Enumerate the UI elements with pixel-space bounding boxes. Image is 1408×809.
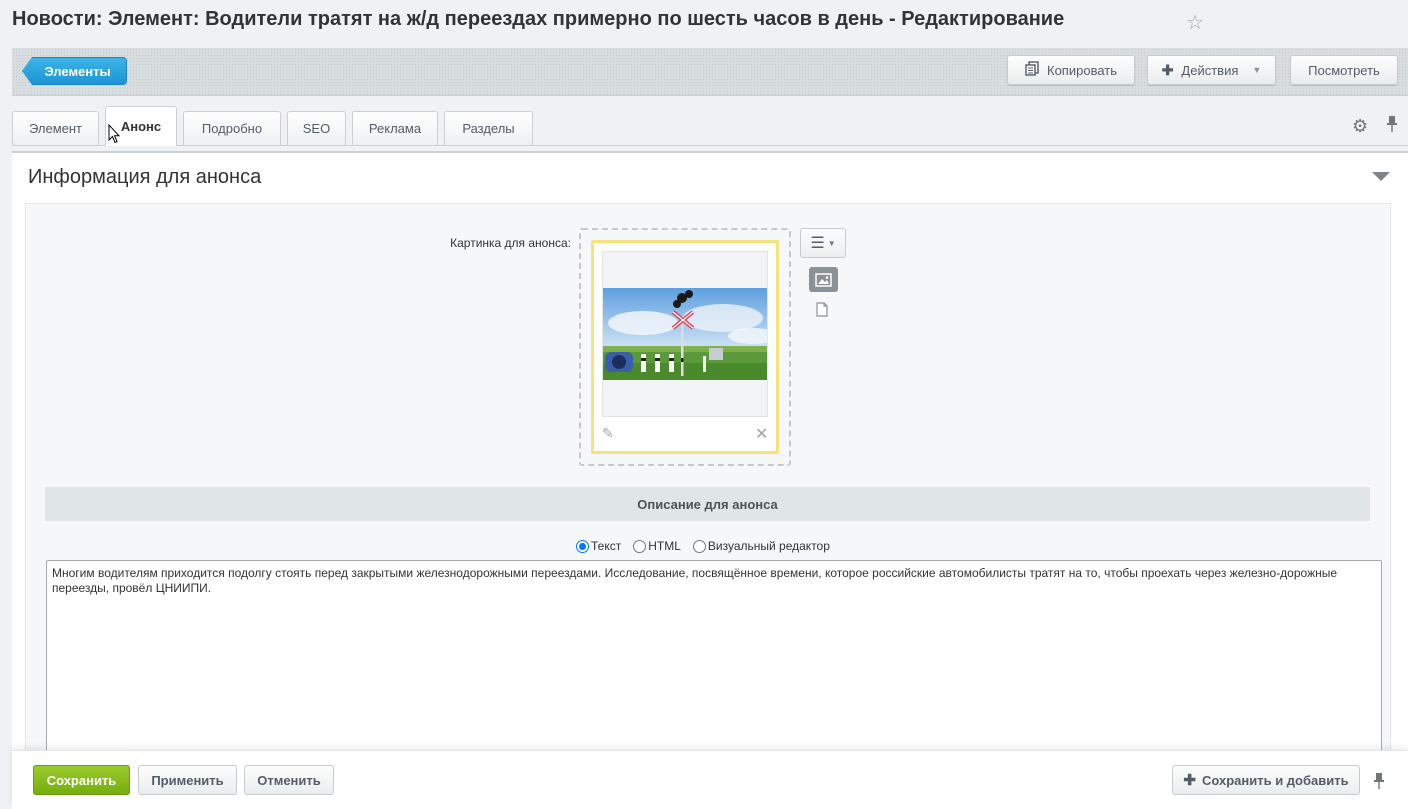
description-textarea[interactable]: Многим водителям приходится подолгу стоя… — [46, 560, 1382, 755]
tab-element[interactable]: Элемент — [12, 111, 99, 145]
copy-icon — [1025, 61, 1039, 79]
mode-text-radio[interactable] — [576, 539, 589, 553]
pencil-icon[interactable]: ✎ — [602, 425, 614, 442]
editor-mode-selector: Текст HTML Визуальный редактор — [576, 537, 842, 555]
copy-label: Копировать — [1047, 62, 1117, 78]
pin-icon[interactable] — [1373, 773, 1385, 793]
image-icon[interactable] — [809, 267, 838, 292]
close-icon[interactable]: ✕ — [755, 424, 768, 444]
file-icon[interactable] — [816, 302, 828, 321]
view-label: Посмотреть — [1308, 62, 1380, 78]
mode-visual-option[interactable]: Визуальный редактор — [692, 539, 830, 553]
tab-ads[interactable]: Реклама — [352, 111, 438, 145]
view-button[interactable]: Посмотреть — [1290, 55, 1398, 85]
tabs-divider — [12, 145, 1408, 146]
section-title: Информация для анонса — [28, 166, 262, 188]
plus-icon: ✚ — [1161, 61, 1174, 78]
tab-sections[interactable]: Разделы — [444, 111, 533, 145]
save-and-add-label: Сохранить и добавить — [1201, 772, 1349, 788]
mode-visual-radio[interactable] — [692, 539, 706, 553]
picture-label: Картинка для анонса: — [450, 236, 571, 250]
description-header: Описание для анонса — [45, 487, 1370, 521]
mode-text-label: Текст — [591, 539, 622, 553]
plus-icon: ✚ — [1183, 772, 1196, 789]
mode-html-label: HTML — [648, 539, 681, 553]
page-title: Новости: Элемент: Водители тратят на ж/д… — [12, 8, 1065, 30]
actions-label: Действия — [1181, 62, 1239, 78]
star-icon[interactable]: ☆ — [1186, 10, 1204, 35]
title-bar: Новости: Элемент: Водители тратят на ж/д… — [0, 0, 1408, 46]
collapse-icon[interactable] — [1372, 172, 1390, 181]
chevron-down-icon: ▼ — [1252, 65, 1262, 75]
mode-text-option[interactable]: Текст — [576, 539, 621, 553]
picture-menu-button[interactable]: ☰ ▼ — [800, 228, 846, 258]
elements-back-button[interactable]: Элементы — [22, 57, 127, 85]
apply-button[interactable]: Применить — [138, 765, 237, 795]
tab-details[interactable]: Подробно — [183, 111, 281, 145]
cancel-button[interactable]: Отменить — [244, 765, 334, 795]
mode-visual-label: Визуальный редактор — [707, 539, 830, 553]
pin-icon[interactable] — [1386, 116, 1398, 136]
menu-icon: ☰ — [810, 235, 825, 252]
save-button[interactable]: Сохранить — [33, 765, 130, 795]
chevron-down-icon: ▼ — [827, 238, 836, 248]
preview-image[interactable] — [603, 288, 767, 380]
tab-seo[interactable]: SEO — [287, 111, 346, 145]
mode-html-radio[interactable] — [633, 539, 647, 553]
actions-button[interactable]: ✚ Действия ▼ — [1147, 55, 1276, 85]
save-and-add-button[interactable]: ✚ Сохранить и добавить — [1172, 765, 1360, 795]
gear-icon[interactable]: ⚙ — [1352, 116, 1368, 137]
copy-button[interactable]: Копировать — [1007, 55, 1135, 85]
mode-html-option[interactable]: HTML — [633, 539, 681, 553]
